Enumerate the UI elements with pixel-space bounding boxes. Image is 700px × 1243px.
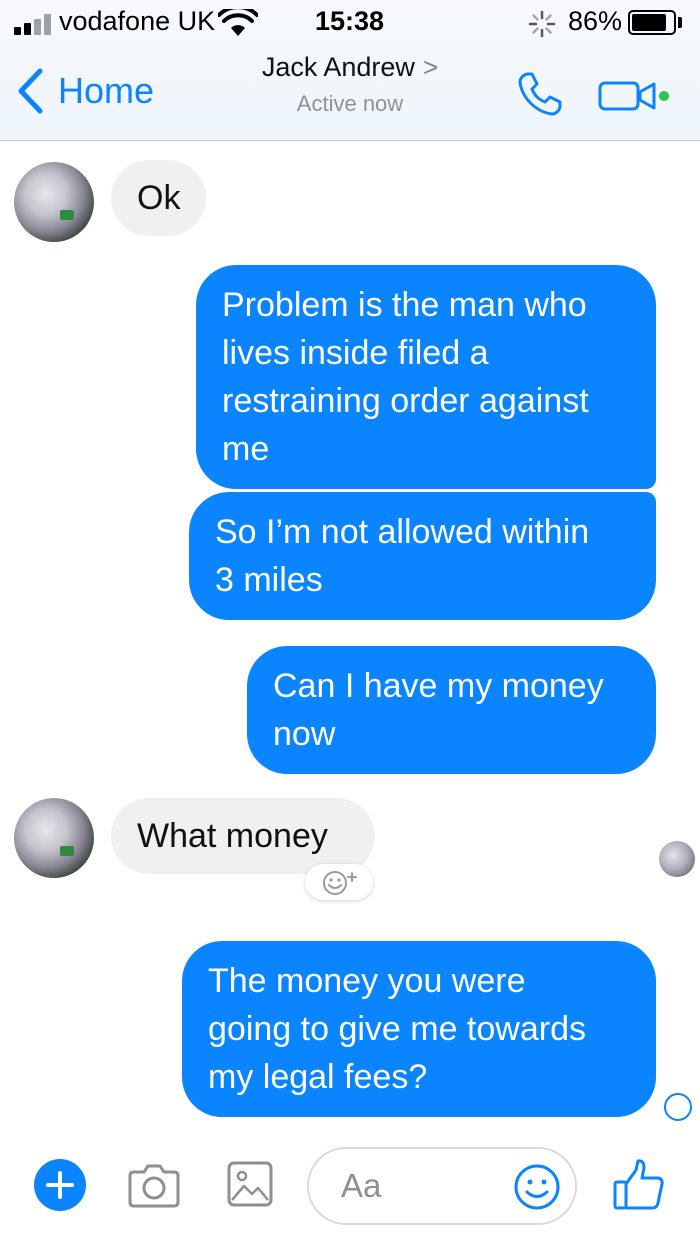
signal-strength-icon [14,13,62,35]
gallery-icon[interactable] [226,1160,274,1208]
header: vodafone UK 15:38 86% Home Jack Andrew >… [0,0,700,141]
chevron-left-icon [18,68,43,114]
chevron-right-icon: > [422,52,439,82]
status-bar: vodafone UK 15:38 86% [0,0,700,46]
contact-avatar[interactable] [14,162,94,242]
back-button-label: Home [58,70,155,111]
message-bubble-outgoing[interactable]: The money you were going to give me towa… [182,941,656,1117]
carrier-name: vodafone UK [59,6,216,36]
thumbs-up-icon[interactable] [612,1158,666,1212]
video-call-icon[interactable] [598,80,670,112]
message-bubble-outgoing[interactable]: Problem is the man who lives inside file… [196,265,656,489]
activity-spinner-icon [528,10,556,38]
contact-avatar[interactable] [14,798,94,878]
message-bubble-outgoing[interactable]: Can I have my money now [247,646,656,774]
message-composer [0,1126,700,1243]
add-reaction-icon [323,871,357,895]
contact-name: Jack Andrew [261,52,415,82]
read-receipt-avatar [659,841,695,877]
message-bubble-outgoing[interactable]: So I’m not allowed within 3 miles [189,492,656,620]
phone-icon[interactable] [514,68,566,120]
emoji-icon[interactable] [513,1163,561,1211]
clock: 15:38 [315,6,385,36]
message-bubble-incoming[interactable]: Ok [111,160,207,236]
message-thread[interactable]: Ok Problem is the man who lives inside f… [0,142,700,1126]
plus-icon[interactable] [34,1159,86,1211]
battery-terminal [678,17,682,28]
back-button[interactable]: Home [16,65,154,117]
message-bubble-incoming[interactable]: What money [111,798,375,874]
battery-percentage: 86% [568,6,623,36]
battery-level-fill [632,14,667,31]
add-reaction-button[interactable] [305,864,373,900]
battery-icon [628,10,676,35]
camera-icon[interactable] [126,1162,182,1210]
wifi-icon [218,9,258,36]
sent-status-icon [664,1093,692,1121]
contact-name-button[interactable]: Jack Andrew > [262,52,438,83]
